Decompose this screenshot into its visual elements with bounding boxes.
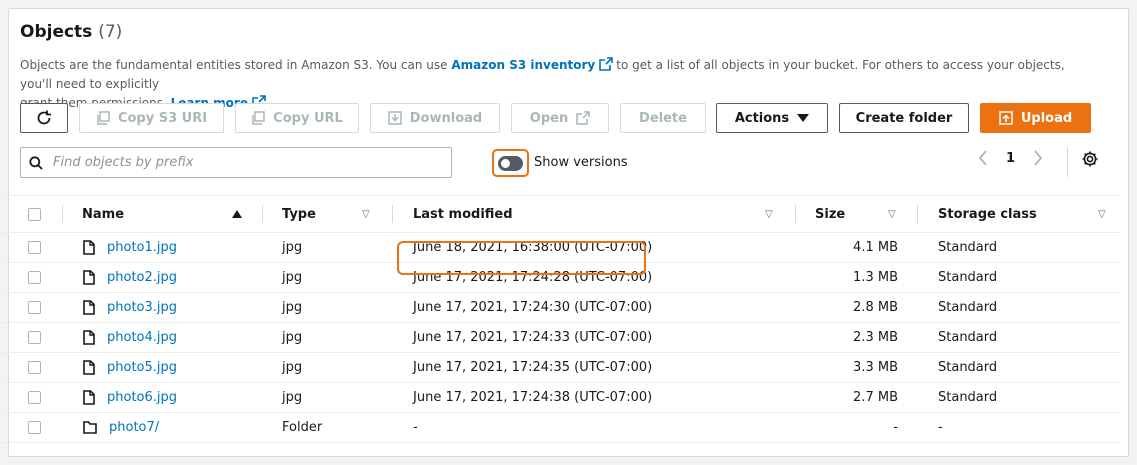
show-versions-label: Show versions [534,155,628,170]
copy-icon [97,111,110,125]
column-header-last-modified[interactable]: Last modified [413,196,513,232]
chevron-left-icon[interactable] [978,150,988,166]
object-name-link[interactable]: photo3.jpg [107,300,177,315]
table-row[interactable]: photo7/Folder - - - [1,413,1120,443]
s3-inventory-link[interactable]: Amazon S3 inventory [451,58,595,72]
actions-dropdown[interactable]: Actions [716,103,828,133]
caret-down-icon [797,114,810,122]
folder-icon [83,421,97,434]
toggle-switch [498,155,523,171]
object-name-link[interactable]: photo6.jpg [107,390,177,405]
object-size: 1.3 MB [853,270,898,285]
object-storage-class: - [938,420,943,435]
download-icon [388,111,402,125]
object-type: jpg [282,390,303,405]
object-last-modified: June 17, 2021, 17:24:35 (UTC-07:00) [413,360,653,375]
object-name-link[interactable]: photo2.jpg [107,270,177,285]
object-last-modified: June 17, 2021, 17:24:38 (UTC-07:00) [413,390,653,405]
object-last-modified: June 17, 2021, 17:24:30 (UTC-07:00) [413,300,653,315]
object-size: 4.1 MB [853,240,898,255]
object-size: 2.3 MB [853,330,898,345]
page-title: Objects (7) [20,22,123,42]
object-name-link[interactable]: photo1.jpg [107,240,177,255]
sort-ascending-icon[interactable] [231,196,243,232]
object-size: 2.7 MB [853,390,898,405]
row-checkbox[interactable] [28,391,41,404]
pagination: 1 [978,150,1043,166]
create-folder-button[interactable]: Create folder [839,103,969,133]
search-input[interactable] [51,154,435,171]
object-storage-class: Standard [938,360,998,375]
object-size: 3.3 MB [853,360,898,375]
object-storage-class: Standard [938,240,998,255]
download-button[interactable]: Download [370,103,500,133]
external-link-icon [599,57,614,71]
select-all-checkbox[interactable] [28,207,41,221]
file-icon [83,330,95,345]
refresh-button[interactable] [20,103,68,133]
file-icon [83,360,95,375]
page-number[interactable]: 1 [1006,151,1015,166]
row-checkbox[interactable] [28,301,41,314]
file-icon [83,270,95,285]
table-row[interactable]: photo3.jpg jpg June 17, 2021, 17:24:30 (UT… [1,293,1120,323]
file-icon [83,390,95,405]
object-type: jpg [282,270,303,285]
object-name-link[interactable]: photo7/ [109,420,159,435]
object-size: - [893,420,898,435]
column-header-storage-class[interactable]: Storage class [938,196,1037,232]
row-checkbox[interactable] [28,421,41,434]
column-header-name[interactable]: Name [82,196,124,232]
file-icon [83,240,95,255]
upload-icon [999,111,1013,125]
sort-icon[interactable]: ▽ [765,196,773,232]
object-name-link[interactable]: photo5.jpg [107,360,177,375]
delete-button[interactable]: Delete [620,103,706,133]
table-row[interactable]: photo5.jpg jpg June 17, 2021, 17:24:35 (UT… [1,353,1120,383]
object-type: jpg [282,240,303,255]
chevron-right-icon[interactable] [1033,150,1043,166]
sort-icon[interactable]: ▽ [888,196,896,232]
object-storage-class: Standard [938,300,998,315]
object-storage-class: Standard [938,390,998,405]
row-checkbox[interactable] [28,271,41,284]
open-button[interactable]: Open [511,103,609,133]
object-type: jpg [282,330,303,345]
column-header-size[interactable]: Size [815,196,845,232]
objects-header: Objects (7) [20,22,122,42]
column-header-type[interactable]: Type [282,196,316,232]
copy-s3-uri-button[interactable]: Copy S3 URI [79,103,224,133]
table-header: Name Type ▽ Last modified ▽ Size ▽ Stora… [1,195,1120,233]
row-checkbox[interactable] [28,361,41,374]
object-last-modified: - [413,420,418,435]
external-link-icon [576,111,590,125]
table-row[interactable]: photo6.jpg jpg June 17, 2021, 17:24:38 (UT… [1,383,1120,413]
gear-icon[interactable] [1081,150,1099,168]
file-icon [83,300,95,315]
sort-icon[interactable]: ▽ [1098,196,1106,232]
object-size: 2.8 MB [853,300,898,315]
show-versions-toggle[interactable] [492,149,529,177]
upload-button[interactable]: Upload [980,103,1091,133]
search-icon [29,155,43,170]
table-row[interactable]: photo4.jpg jpg June 17, 2021, 17:24:33 (UT… [1,323,1120,353]
copy-icon [252,111,265,125]
object-type: jpg [282,360,303,375]
object-storage-class: Standard [938,270,998,285]
refresh-icon [37,110,51,125]
object-count: (7) [98,22,123,42]
object-last-modified: June 17, 2021, 17:24:33 (UTC-07:00) [413,330,653,345]
object-storage-class: Standard [938,330,998,345]
object-type: jpg [282,300,303,315]
row-checkbox[interactable] [28,331,41,344]
sort-icon[interactable]: ▽ [362,196,370,232]
object-type: Folder [282,420,323,435]
search-box [20,147,452,178]
last-modified-highlight [397,241,646,275]
copy-url-button[interactable]: Copy URL [235,103,359,133]
object-name-link[interactable]: photo4.jpg [107,330,177,345]
row-checkbox[interactable] [28,241,41,254]
